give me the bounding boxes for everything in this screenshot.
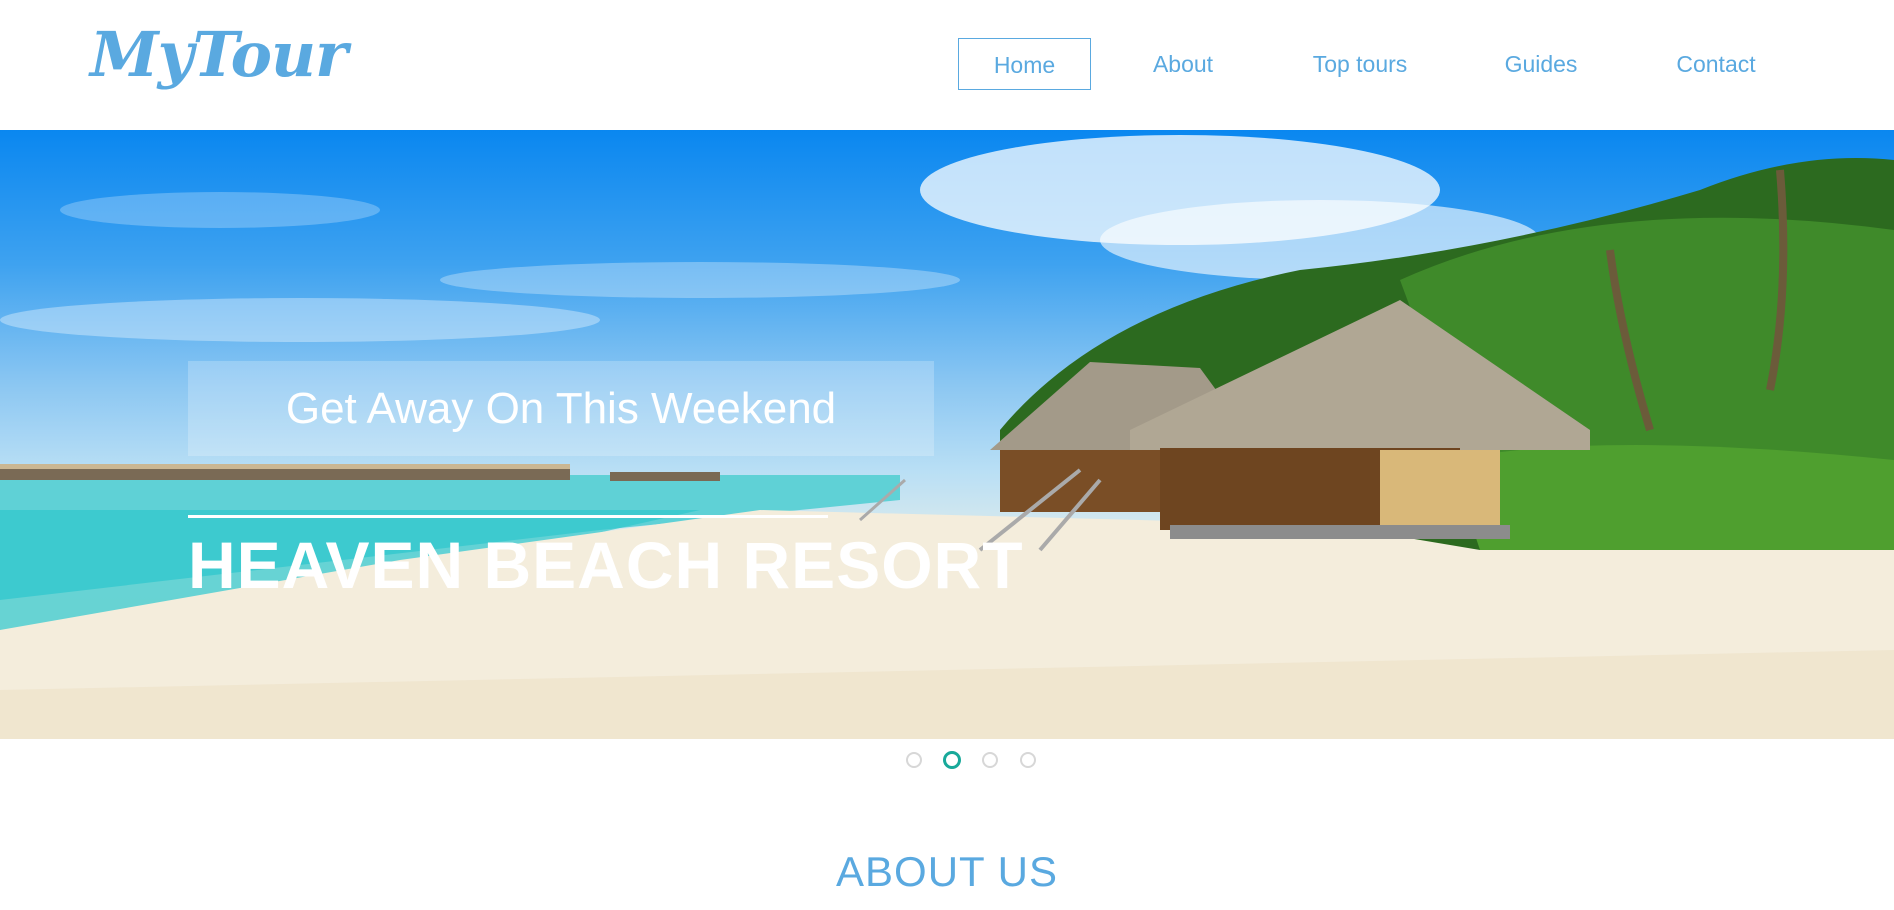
hero-tagline: Get Away On This Weekend (285, 384, 837, 433)
nav-item-home[interactable]: Home (958, 38, 1091, 90)
nav-item-about[interactable]: About (1140, 38, 1226, 90)
carousel-dots (0, 750, 1894, 772)
hero-title: HEAVEN BEACH RESORT (188, 528, 1024, 602)
nav-item-contact[interactable]: Contact (1668, 38, 1764, 90)
carousel-dot-3[interactable] (982, 752, 998, 768)
main-nav: Home About Top tours Guides Contact (0, 38, 1894, 90)
nav-item-top-tours[interactable]: Top tours (1304, 38, 1416, 90)
site-header: MyTour Home About Top tours Guides Conta… (0, 0, 1894, 130)
hero-slider: Get Away On This Weekend HEAVEN BEACH RE… (0, 130, 1894, 739)
nav-item-guides[interactable]: Guides (1498, 38, 1584, 90)
about-heading: ABOUT US (836, 848, 1058, 895)
carousel-dot-4[interactable] (1020, 752, 1036, 768)
tagline-box: Get Away On This Weekend (188, 361, 934, 456)
carousel-dot-1[interactable] (906, 752, 922, 768)
carousel-dot-2[interactable] (943, 751, 961, 769)
